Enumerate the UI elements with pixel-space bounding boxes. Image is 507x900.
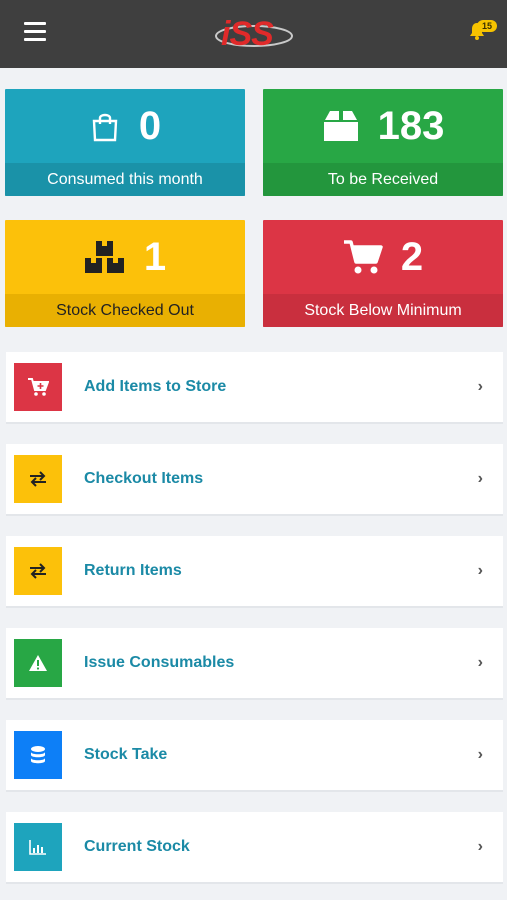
tile-label: Consumed this month (5, 163, 245, 196)
menu-add-items-to-store[interactable]: Add Items to Store › (6, 352, 503, 424)
menu-return-items[interactable]: Return Items › (6, 536, 503, 608)
menu-item-label: Current Stock (84, 838, 190, 855)
database-icon (14, 731, 62, 779)
menu-item-label: Return Items (84, 562, 182, 579)
boxes-icon (84, 241, 124, 273)
cart-icon (343, 240, 383, 274)
chevron-right-icon: › (477, 838, 483, 855)
menu-item-label: Stock Take (84, 746, 168, 763)
chevron-right-icon: › (477, 470, 483, 487)
menu-stock-take[interactable]: Stock Take › (6, 720, 503, 792)
tile-stock-below-minimum[interactable]: 2 Stock Below Minimum (263, 220, 503, 327)
menu-issue-consumables[interactable]: Issue Consumables › (6, 628, 503, 700)
menu-item-label: Issue Consumables (84, 654, 235, 671)
notifications-button[interactable]: 15 (469, 20, 497, 42)
package-icon (323, 111, 358, 141)
menu-checkout-items[interactable]: Checkout Items › (6, 444, 503, 516)
chevron-right-icon: › (477, 378, 483, 395)
tile-value: 0 (138, 103, 162, 148)
warning-icon (14, 639, 62, 687)
cart-plus-icon (14, 363, 62, 411)
tile-value: 2 (400, 234, 424, 279)
chevron-right-icon: › (477, 746, 483, 763)
exchange-icon (14, 547, 62, 595)
chevron-right-icon: › (477, 654, 483, 671)
menu-item-label: Checkout Items (84, 470, 204, 487)
menu-hamburger-icon[interactable] (24, 22, 46, 42)
tile-label: To be Received (263, 163, 503, 196)
bar-chart-icon (14, 823, 62, 871)
tile-consumed-this-month[interactable]: 0 Consumed this month (5, 89, 245, 196)
notification-count-badge: 15 (477, 20, 497, 32)
chevron-right-icon: › (477, 562, 483, 579)
iss-logo: iSS (214, 15, 293, 53)
svg-text:iSS: iSS (221, 15, 274, 53)
menu-item-label: Add Items to Store (84, 378, 227, 395)
tile-value: 1 (143, 234, 167, 279)
menu-current-stock[interactable]: Current Stock › (6, 812, 503, 884)
tile-label: Stock Checked Out (5, 294, 245, 327)
tile-to-be-received[interactable]: 183 To be Received (263, 89, 503, 196)
top-bar: iSS 15 (0, 0, 507, 68)
shopping-bag-icon (92, 113, 118, 142)
exchange-icon (14, 455, 62, 503)
tile-label: Stock Below Minimum (263, 294, 503, 327)
tile-stock-checked-out[interactable]: 1 Stock Checked Out (5, 220, 245, 327)
tile-value: 183 (377, 103, 445, 148)
